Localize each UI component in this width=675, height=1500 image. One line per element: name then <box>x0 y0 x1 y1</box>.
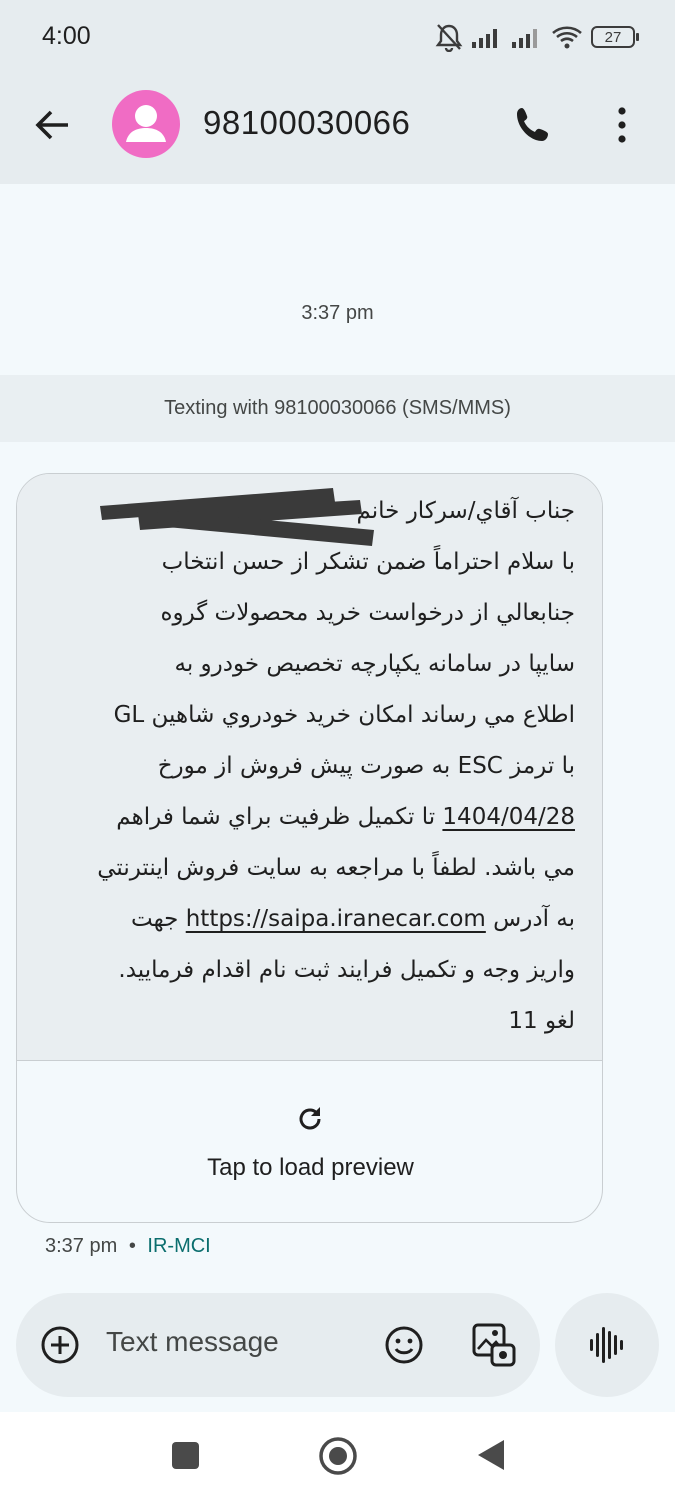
status-bar: 4:00 27 <box>0 0 675 76</box>
message-line: اطلاع مي رساند امكان خريد خودروي شاهين G… <box>113 702 575 728</box>
date-link[interactable]: 1404/04/28 <box>442 804 575 830</box>
avatar[interactable] <box>112 90 180 158</box>
signal-icon <box>512 29 537 48</box>
more-vert-icon[interactable] <box>600 102 644 148</box>
message-meta: 3:37 pm • IR-MCI <box>45 1235 211 1258</box>
message-bubble[interactable]: جناب آقاي/سركار خانم با سلام احتراماً ضم… <box>16 473 603 1223</box>
texting-banner-text: Texting with 98100030066 (SMS/MMS) <box>164 397 511 419</box>
message-text-fragment: تا تكميل ظرفيت براي شما فراهم <box>116 804 443 830</box>
wifi-icon <box>552 26 582 49</box>
texting-banner: Texting with 98100030066 (SMS/MMS) <box>0 375 675 442</box>
message-line: واريز وجه و تكميل فرايند ثبت نام اقدام ف… <box>118 957 575 983</box>
voice-button[interactable] <box>555 1293 659 1397</box>
message-line: 1404/04/28 تا تكميل ظرفيت براي شما فراهم <box>43 792 575 843</box>
redaction-scribble <box>100 488 374 546</box>
message-line: لغو 11 <box>508 1008 575 1034</box>
carrier-label: IR-MCI <box>147 1235 211 1257</box>
mute-bell-icon <box>435 24 463 52</box>
message-line: جنابعالي از درخواست خريد محصولات گروه <box>160 600 575 626</box>
message-line: با ترمز ESC به صورت پيش فروش از مورخ <box>157 753 575 779</box>
message-input[interactable]: Text message <box>106 1326 279 1358</box>
load-preview-label: Tap to load preview <box>207 1154 414 1181</box>
battery-icon: 27 <box>591 26 639 48</box>
back-icon[interactable] <box>476 1438 506 1472</box>
message-text: جناب آقاي/سركار خانم با سلام احتراماً ضم… <box>43 486 575 1047</box>
phone-icon[interactable] <box>510 102 556 148</box>
url-link[interactable]: https://saipa.iranecar.com <box>186 906 486 932</box>
message-body: جناب آقاي/سركار خانم با سلام احتراماً ضم… <box>17 474 602 1061</box>
gallery-icon[interactable] <box>470 1321 518 1369</box>
message-text-fragment: جهت <box>131 906 186 932</box>
conversation-header: 98100030066 <box>0 76 675 184</box>
back-arrow-icon[interactable] <box>30 102 76 148</box>
conversation-timestamp: 3:37 pm <box>301 302 374 324</box>
message-line: سايپا در سامانه يكپارچه تخصيص خودرو به <box>174 651 576 677</box>
voice-icon <box>590 1327 623 1363</box>
message-text-fragment: به آدرس <box>485 906 575 932</box>
avatar-icon <box>126 105 166 142</box>
navigation-bar <box>0 1412 675 1500</box>
home-icon[interactable] <box>318 1436 358 1476</box>
link-preview[interactable]: Tap to load preview <box>17 1062 602 1222</box>
refresh-icon <box>299 1107 321 1130</box>
message-line: مي باشد. لطفاً با مراجعه به سايت فروش اي… <box>97 855 575 881</box>
status-time: 4:00 <box>42 22 91 50</box>
status-icons: 27 <box>435 20 639 54</box>
emoji-icon[interactable] <box>382 1323 426 1367</box>
battery-level: 27 <box>604 28 622 46</box>
message-line: به آدرس https://saipa.iranecar.com جهت <box>43 894 575 945</box>
message-time: 3:37 pm <box>45 1235 118 1257</box>
signal-icon <box>472 29 497 48</box>
add-icon[interactable] <box>38 1323 82 1367</box>
recents-icon[interactable] <box>172 1442 199 1469</box>
separator-dot: • <box>128 1235 136 1257</box>
compose-bar: Text message <box>16 1293 540 1397</box>
contact-number: 98100030066 <box>203 104 411 141</box>
